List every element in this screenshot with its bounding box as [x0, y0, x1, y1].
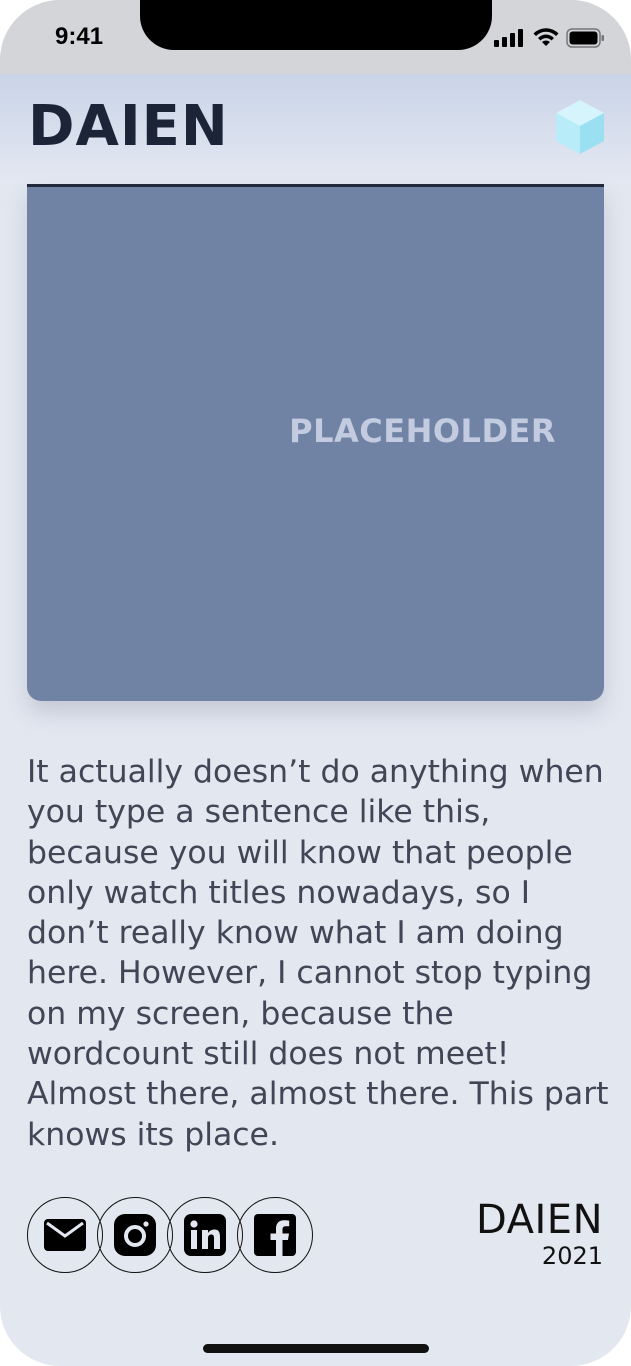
mail-icon — [44, 1219, 86, 1251]
facebook-button[interactable] — [237, 1197, 313, 1273]
phone-screen: 9:41 DAIEN PLACEHOLDER It actually doesn… — [0, 0, 631, 1366]
status-bar: 9:41 — [0, 0, 631, 74]
facebook-icon — [254, 1214, 296, 1256]
instagram-icon — [114, 1214, 156, 1256]
mail-button[interactable] — [27, 1197, 103, 1273]
footer-brand-name: DAIEN — [476, 1197, 603, 1243]
footer-brand: DAIEN 2021 — [476, 1198, 603, 1270]
body-paragraph: It actually doesn’t do anything when you… — [27, 754, 609, 1153]
footer-year: 2021 — [541, 1242, 603, 1270]
cube-logo-icon[interactable] — [554, 98, 606, 156]
cellular-signal-icon — [494, 29, 523, 47]
social-links — [27, 1197, 327, 1275]
wifi-icon — [533, 28, 559, 46]
camera-notch — [140, 0, 492, 50]
home-indicator[interactable] — [203, 1344, 429, 1353]
hero-image-placeholder: PLACEHOLDER — [27, 184, 604, 701]
status-time: 9:41 — [55, 23, 104, 50]
linkedin-button[interactable] — [167, 1197, 243, 1273]
placeholder-label: PLACEHOLDER — [289, 412, 556, 450]
brand-title: DAIEN — [28, 94, 229, 159]
instagram-button[interactable] — [97, 1197, 173, 1273]
linkedin-icon — [184, 1214, 226, 1256]
battery-icon — [566, 28, 604, 48]
